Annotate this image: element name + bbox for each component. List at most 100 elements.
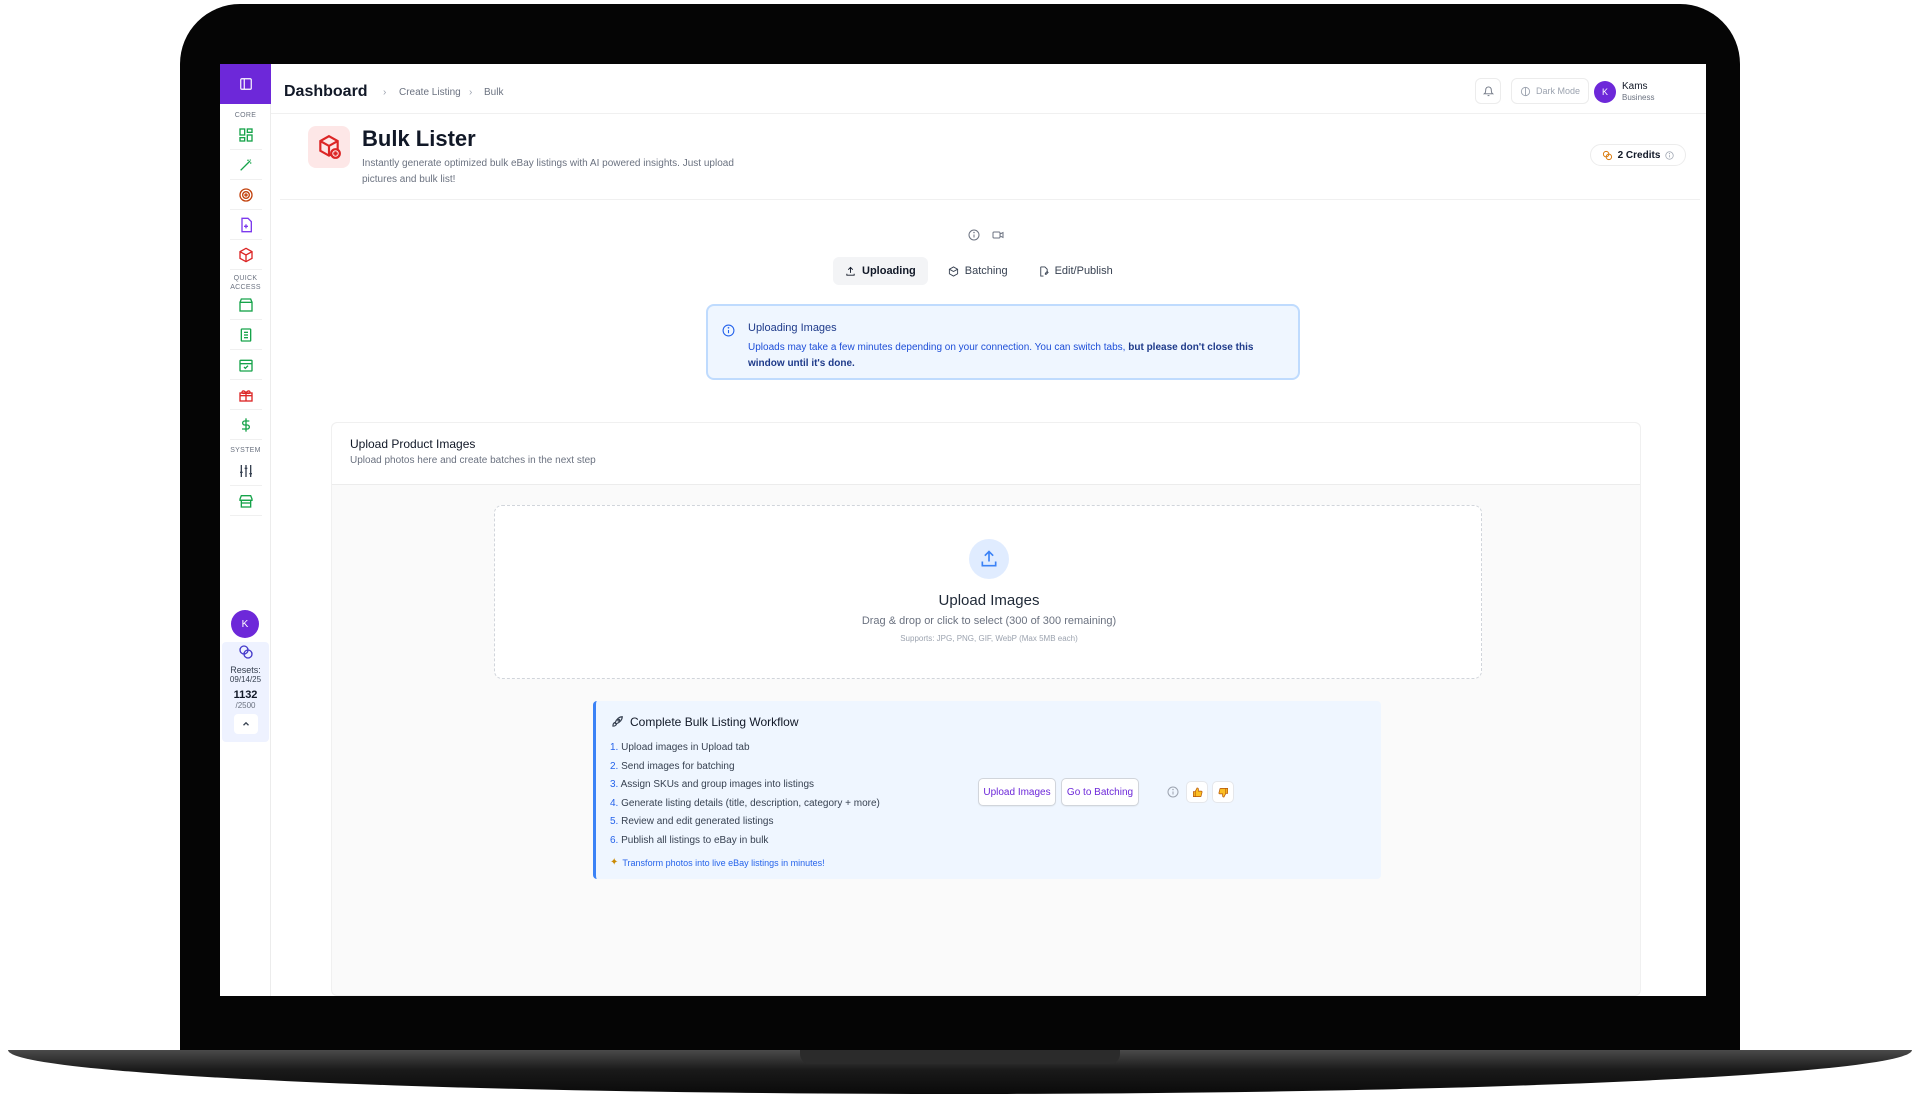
sidebar-item-storefront[interactable] [230,486,262,516]
collapse-credits-button[interactable] [233,714,258,734]
panel-left-icon [239,78,252,90]
sidebar-item-dashboard[interactable] [230,120,262,150]
bell-icon [1482,86,1494,96]
sidebar-item-create-listing[interactable] [230,210,262,240]
tab-batching[interactable]: Batching [936,257,1020,285]
image-dropzone[interactable]: Upload Images Drag & drop or click to se… [494,505,1482,679]
video-icon [992,231,1004,239]
top-bar: Dashboard › Create Listing › Bulk Dark M… [271,64,1706,114]
workflow-step: 6. Publish all listings to eBay in bulk [610,834,769,846]
tutorial-video-button[interactable] [992,228,1004,246]
target-icon [239,187,253,202]
credits-total: /2500 [235,701,256,710]
workflow-step: 4. Generate listing details (title, desc… [610,797,880,809]
page-title: Bulk Lister [362,126,476,151]
upload-card-header: Upload Product Images Upload photos here… [332,423,1640,485]
upload-icon [981,550,997,567]
app-window: CORE QUICK ACCESS SYSTEM K Resets: 09/14… [220,64,1706,996]
credits-count: 2 Credits [1617,149,1661,161]
sidebar: CORE QUICK ACCESS SYSTEM K Resets: 09/14… [220,64,271,996]
credits-badge[interactable]: 2 Credits [1590,144,1686,166]
dropzone-title: Upload Images [938,592,1040,609]
gift-icon [239,389,253,402]
moon-icon [1520,86,1531,96]
breadcrumb-bulk: Bulk [484,87,504,98]
info-icon [968,229,980,241]
info-banner-title: Uploading Images [748,322,837,334]
bulk-lister-logo [308,126,350,168]
sidebar-item-ai-tools[interactable] [230,150,262,180]
magic-wand-icon [240,158,252,171]
page-header: Bulk Lister Instantly generate optimized… [280,114,1700,200]
file-plus-icon [241,217,252,232]
workflow-title: Complete Bulk Listing Workflow [610,715,799,729]
package-plus-icon [319,134,341,159]
sparkle-icon: ✦ [610,857,619,868]
dark-mode-toggle[interactable]: Dark Mode [1511,78,1589,104]
sidebar-item-pricing[interactable] [230,410,262,440]
dollar-icon [242,417,250,432]
info-icon [1665,150,1675,160]
tab-batching-label: Batching [964,265,1008,277]
info-icon [722,324,735,337]
workflow-step: 1. Upload images in Upload tab [610,742,750,753]
edit-file-icon [1039,265,1049,277]
upload-images-button[interactable]: Upload Images [978,778,1056,806]
user-role: Business [1622,93,1655,102]
sidebar-item-target[interactable] [230,180,262,210]
upload-card-subtitle: Upload photos here and create batches in… [350,455,596,466]
breadcrumb-dashboard[interactable]: Dashboard [284,83,368,101]
workflow-footer-text: Transform photos into live eBay listings… [622,857,825,868]
workflow-guide: Complete Bulk Listing Workflow 1. Upload… [593,701,1381,879]
thumbs-down-icon [1218,787,1228,797]
upload-card-title: Upload Product Images [350,437,476,451]
dropzone-supported-formats: Supports: JPG, PNG, GIF, WebP (Max 5MB e… [900,634,1078,643]
coins-icon [1602,150,1612,160]
sidebar-item-gift[interactable] [230,380,262,410]
tab-edit-publish[interactable]: Edit/Publish [1026,257,1125,285]
breadcrumb-separator: › [469,87,473,98]
workflow-step: 3. Assign SKUs and group images into lis… [610,779,815,791]
upload-icon [846,266,855,276]
workflow-footer: ✦ Transform photos into live eBay listin… [610,857,825,868]
workflow-step: 2. Send images for batching [610,760,735,772]
help-info-button[interactable] [968,228,980,246]
sidebar-credits-panel: Resets: 09/14/25 1132 /2500 [222,642,269,742]
coins-icon [238,645,253,659]
store-icon [239,297,253,312]
user-menu[interactable]: K Kams Business [1594,76,1684,108]
dark-mode-label: Dark Mode [1536,86,1581,96]
sidebar-item-settings[interactable] [230,456,262,486]
package-plus-icon [239,247,253,262]
workflow-title-text: Complete Bulk Listing Workflow [630,715,799,729]
workflow-tabs: Uploading Batching Edit/Publish [833,257,1119,285]
upload-info-banner: Uploading Images Uploads may take a few … [706,304,1300,380]
credits-resets-date: 09/14/25 [229,675,262,684]
workflow-info-button[interactable] [1162,781,1184,803]
sidebar-toggle-button[interactable] [220,64,271,104]
user-name: Kams [1622,81,1648,92]
notebook-icon [240,327,252,342]
sidebar-avatar[interactable]: K [231,610,259,638]
credits-resets-label: Resets: [230,665,261,675]
help-icons [968,228,1004,246]
go-to-batching-button[interactable]: Go to Batching [1061,778,1139,806]
sidebar-section-core: CORE [234,112,257,119]
info-banner-text: Uploads may take a few minutes depending… [748,340,1288,372]
dropzone-subtitle: Drag & drop or click to select (300 of 3… [861,615,1117,627]
tab-uploading[interactable]: Uploading [833,257,928,285]
sidebar-item-store[interactable] [230,290,262,320]
thumbs-up-button[interactable] [1186,781,1208,803]
sidebar-item-bulk-lister[interactable] [230,240,262,270]
store-front-icon [239,494,253,508]
dashboard-icon [239,127,253,142]
breadcrumb-create-listing[interactable]: Create Listing [399,87,461,98]
sidebar-item-notebook[interactable] [230,320,262,350]
notifications-button[interactable] [1475,78,1501,104]
rocket-icon [612,716,623,727]
tab-uploading-label: Uploading [862,265,916,277]
thumbs-down-button[interactable] [1212,781,1234,803]
sidebar-item-calendar[interactable] [230,350,262,380]
workflow-steps: 1. Upload images in Upload tab 2. Send i… [610,739,880,851]
credits-used: 1132 [233,689,258,701]
